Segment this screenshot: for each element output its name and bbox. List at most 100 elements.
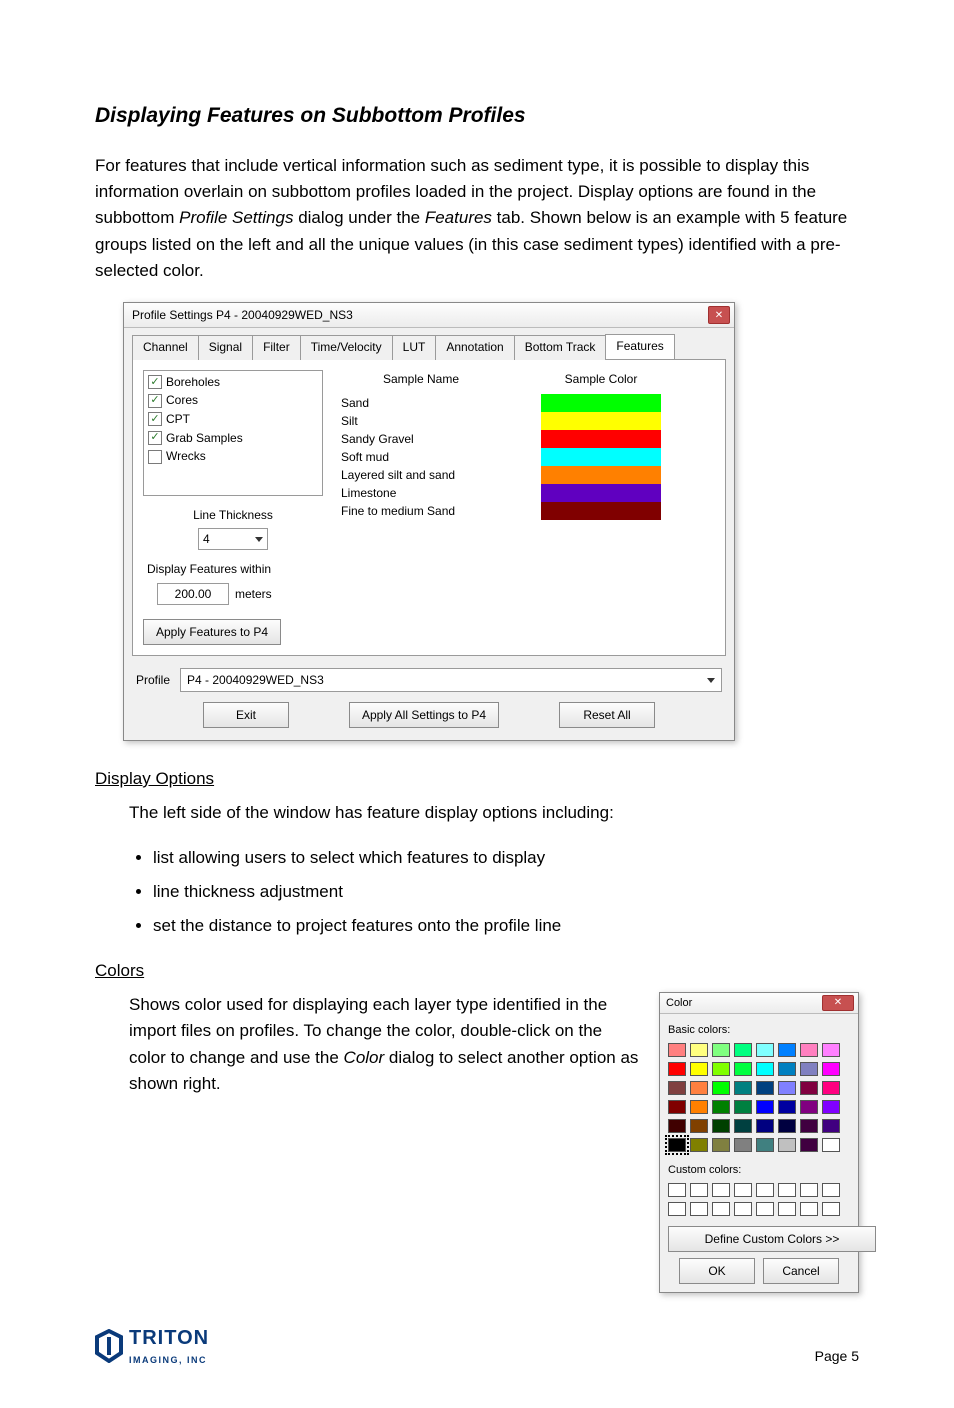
color-swatch[interactable] bbox=[668, 1081, 686, 1095]
tab-annotation[interactable]: Annotation bbox=[435, 335, 514, 360]
sample-color-swatch[interactable] bbox=[541, 484, 661, 502]
color-swatch[interactable] bbox=[800, 1119, 818, 1133]
checkbox-icon[interactable] bbox=[148, 431, 162, 445]
color-swatch[interactable] bbox=[690, 1043, 708, 1057]
color-swatch[interactable] bbox=[800, 1100, 818, 1114]
color-swatch[interactable] bbox=[734, 1043, 752, 1057]
custom-color-swatch[interactable] bbox=[712, 1183, 730, 1197]
custom-color-swatch[interactable] bbox=[734, 1183, 752, 1197]
color-swatch[interactable] bbox=[800, 1081, 818, 1095]
color-swatch[interactable] bbox=[734, 1138, 752, 1152]
sample-color-swatch[interactable] bbox=[541, 394, 661, 412]
color-swatch[interactable] bbox=[778, 1081, 796, 1095]
custom-color-swatch[interactable] bbox=[822, 1183, 840, 1197]
color-swatch[interactable] bbox=[734, 1062, 752, 1076]
feature-group-item[interactable]: Boreholes bbox=[146, 373, 320, 392]
color-swatch[interactable] bbox=[734, 1119, 752, 1133]
custom-color-swatch[interactable] bbox=[690, 1183, 708, 1197]
custom-color-swatch[interactable] bbox=[778, 1183, 796, 1197]
tab-bottom-track[interactable]: Bottom Track bbox=[514, 335, 607, 360]
color-swatch[interactable] bbox=[822, 1062, 840, 1076]
display-within-input[interactable]: 200.00 bbox=[157, 583, 229, 605]
color-swatch[interactable] bbox=[690, 1081, 708, 1095]
custom-color-swatch[interactable] bbox=[778, 1202, 796, 1216]
color-swatch[interactable] bbox=[668, 1062, 686, 1076]
color-swatch[interactable] bbox=[778, 1138, 796, 1152]
color-swatch[interactable] bbox=[756, 1081, 774, 1095]
line-thickness-select[interactable]: 4 bbox=[198, 528, 268, 550]
color-swatch[interactable] bbox=[690, 1100, 708, 1114]
tab-features[interactable]: Features bbox=[605, 334, 674, 359]
checkbox-icon[interactable] bbox=[148, 412, 162, 426]
sample-color-swatch[interactable] bbox=[541, 502, 661, 520]
checkbox-icon[interactable] bbox=[148, 394, 162, 408]
feature-group-item[interactable]: Wrecks bbox=[146, 447, 320, 466]
color-swatch[interactable] bbox=[712, 1100, 730, 1114]
color-swatch[interactable] bbox=[778, 1100, 796, 1114]
color-swatch[interactable] bbox=[690, 1119, 708, 1133]
custom-color-swatch[interactable] bbox=[690, 1202, 708, 1216]
custom-color-swatch[interactable] bbox=[800, 1183, 818, 1197]
feature-group-item[interactable]: CPT bbox=[146, 410, 320, 429]
custom-color-swatch[interactable] bbox=[800, 1202, 818, 1216]
custom-color-swatch[interactable] bbox=[668, 1183, 686, 1197]
reset-all-button[interactable]: Reset All bbox=[559, 702, 655, 728]
color-swatch[interactable] bbox=[756, 1043, 774, 1057]
custom-color-swatch[interactable] bbox=[756, 1183, 774, 1197]
define-custom-colors-button[interactable]: Define Custom Colors >> bbox=[668, 1226, 876, 1252]
color-swatch[interactable] bbox=[822, 1100, 840, 1114]
color-swatch[interactable] bbox=[690, 1138, 708, 1152]
color-swatch[interactable] bbox=[712, 1081, 730, 1095]
color-swatch[interactable] bbox=[712, 1062, 730, 1076]
color-swatch[interactable] bbox=[778, 1062, 796, 1076]
apply-all-button[interactable]: Apply All Settings to P4 bbox=[349, 702, 499, 728]
dialog-titlebar[interactable]: Profile Settings P4 - 20040929WED_NS3 ✕ bbox=[124, 303, 734, 328]
color-swatch[interactable] bbox=[778, 1043, 796, 1057]
color-swatch[interactable] bbox=[800, 1062, 818, 1076]
sample-color-swatch[interactable] bbox=[541, 466, 661, 484]
color-swatch[interactable] bbox=[734, 1100, 752, 1114]
tab-channel[interactable]: Channel bbox=[132, 335, 199, 360]
tab-time-velocity[interactable]: Time/Velocity bbox=[300, 335, 393, 360]
exit-button[interactable]: Exit bbox=[203, 702, 289, 728]
color-swatch[interactable] bbox=[668, 1138, 686, 1152]
color-swatch[interactable] bbox=[822, 1138, 840, 1152]
checkbox-icon[interactable] bbox=[148, 450, 162, 464]
close-icon[interactable]: ✕ bbox=[708, 306, 730, 324]
apply-features-button[interactable]: Apply Features to P4 bbox=[143, 619, 281, 645]
feature-group-item[interactable]: Grab Samples bbox=[146, 429, 320, 448]
color-swatch[interactable] bbox=[756, 1100, 774, 1114]
custom-color-swatch[interactable] bbox=[668, 1202, 686, 1216]
feature-group-item[interactable]: Cores bbox=[146, 391, 320, 410]
color-swatch[interactable] bbox=[734, 1081, 752, 1095]
profile-select[interactable]: P4 - 20040929WED_NS3 bbox=[180, 668, 722, 692]
color-swatch[interactable] bbox=[668, 1100, 686, 1114]
tab-signal[interactable]: Signal bbox=[198, 335, 253, 360]
custom-color-swatch[interactable] bbox=[822, 1202, 840, 1216]
sample-color-swatch[interactable] bbox=[541, 448, 661, 466]
sample-color-swatch[interactable] bbox=[541, 430, 661, 448]
color-swatch[interactable] bbox=[690, 1062, 708, 1076]
close-icon[interactable]: ✕ bbox=[822, 995, 854, 1011]
color-swatch[interactable] bbox=[668, 1043, 686, 1057]
color-swatch[interactable] bbox=[822, 1043, 840, 1057]
color-swatch[interactable] bbox=[712, 1119, 730, 1133]
checkbox-icon[interactable] bbox=[148, 375, 162, 389]
color-swatch[interactable] bbox=[712, 1043, 730, 1057]
color-swatch[interactable] bbox=[800, 1138, 818, 1152]
color-swatch[interactable] bbox=[800, 1043, 818, 1057]
color-swatch[interactable] bbox=[756, 1138, 774, 1152]
color-dialog-titlebar[interactable]: Color ✕ bbox=[660, 993, 858, 1014]
color-swatch[interactable] bbox=[778, 1119, 796, 1133]
color-swatch[interactable] bbox=[822, 1119, 840, 1133]
ok-button[interactable]: OK bbox=[679, 1258, 755, 1284]
color-swatch[interactable] bbox=[668, 1119, 686, 1133]
sample-color-swatch[interactable] bbox=[541, 412, 661, 430]
custom-color-swatch[interactable] bbox=[734, 1202, 752, 1216]
feature-groups-list[interactable]: BoreholesCoresCPTGrab SamplesWrecks bbox=[143, 370, 323, 496]
tab-filter[interactable]: Filter bbox=[252, 335, 301, 360]
cancel-button[interactable]: Cancel bbox=[763, 1258, 839, 1284]
color-swatch[interactable] bbox=[712, 1138, 730, 1152]
color-swatch[interactable] bbox=[756, 1119, 774, 1133]
color-swatch[interactable] bbox=[756, 1062, 774, 1076]
